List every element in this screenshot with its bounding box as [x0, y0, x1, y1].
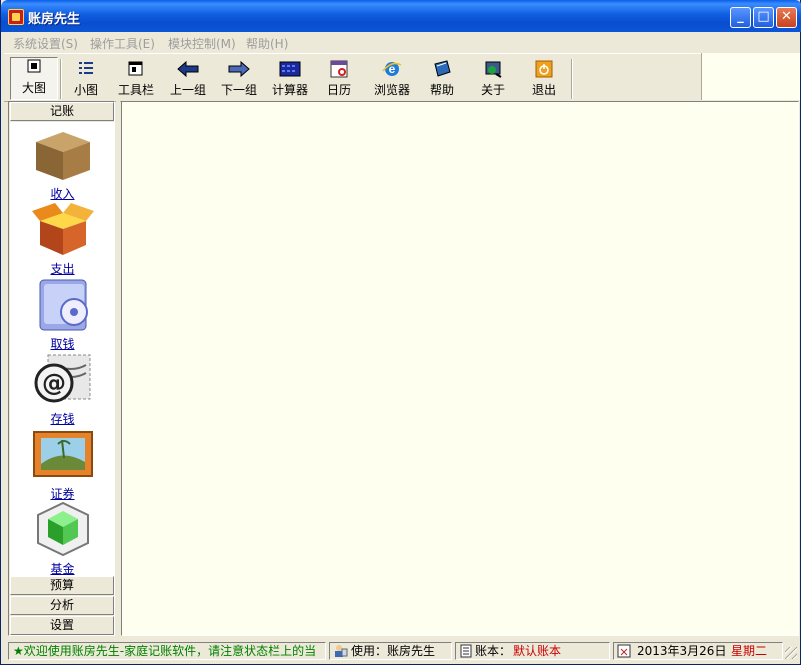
svg-text:@: @: [42, 369, 66, 397]
help-book-icon: [434, 60, 451, 77]
status-book-panel: 账本： 默认账本: [455, 642, 610, 660]
menu-help[interactable]: 帮助(H): [246, 35, 288, 52]
tool-calculator[interactable]: 计算器: [268, 60, 312, 98]
tool-calendar[interactable]: 日历: [322, 60, 356, 98]
status-bar: ★欢迎使用账房先生-家庭记账软件，请注意状态栏上的当 使用：账房先生 账本： 默…: [4, 640, 799, 661]
box-open-icon: [31, 203, 94, 255]
tool-small-icons[interactable]: 小图: [66, 60, 106, 98]
toolbar: 大图 小图 工具栏 上一组 下一组 计算器 日历 e 浏览器 帮助 关于 退出: [4, 53, 701, 102]
tool-large-icons[interactable]: 大图: [10, 57, 58, 100]
ie-browser-icon: e: [382, 62, 402, 76]
tool-browser[interactable]: e 浏览器: [370, 60, 414, 98]
group-header-analysis[interactable]: 分析: [10, 596, 114, 615]
about-icon: [485, 61, 502, 78]
menu-module-control[interactable]: 模块控制(M): [168, 35, 236, 52]
menu-system-settings[interactable]: 系统设置(S): [13, 35, 78, 52]
menu-bar: 系统设置(S) 操作工具(E) 模块控制(M) 帮助(H): [4, 32, 799, 52]
document-icon: [460, 644, 472, 658]
picture-frame-icon: [32, 431, 93, 477]
tool-about[interactable]: 关于: [477, 60, 509, 98]
user-icon: [335, 645, 348, 657]
calendar-icon: [330, 60, 348, 78]
toolbar-separator: [60, 59, 62, 99]
large-icons-icon: [27, 59, 41, 73]
nav-item-deposit[interactable]: @ 存钱: [10, 351, 114, 427]
close-button[interactable]: ✕: [776, 7, 797, 28]
toolbar-blank-area: [701, 53, 800, 100]
group-header-settings[interactable]: 设置: [10, 616, 114, 635]
arrow-right-icon: [228, 60, 250, 78]
status-date-panel: 2013年3月26日 星期二: [613, 642, 783, 660]
cd-folder-icon: [39, 279, 88, 331]
nav-item-income[interactable]: 收入: [10, 126, 114, 202]
nav-item-expense[interactable]: 支出: [10, 201, 114, 277]
nav-item-fund[interactable]: 基金: [10, 501, 114, 576]
nav-item-securities[interactable]: 证券: [10, 426, 114, 502]
green-cubes-icon: [36, 501, 89, 557]
minimize-button[interactable]: _: [730, 7, 751, 28]
exit-icon: [535, 60, 553, 78]
resize-grip[interactable]: [785, 647, 797, 659]
maximize-button[interactable]: □: [753, 7, 774, 28]
main-content-area: [121, 101, 799, 636]
navigation-panel: 记账 收入 支出 取钱 @ 存钱 证券 基金 预算 分析 设置: [8, 101, 115, 636]
tool-next-group[interactable]: 下一组: [217, 60, 261, 98]
status-user-panel: 使用：账房先生: [329, 642, 452, 660]
group-header-budget[interactable]: 预算: [10, 576, 114, 595]
toolbar-icon: [128, 61, 143, 76]
bookkeeping-item-list: 收入 支出 取钱 @ 存钱 证券 基金: [10, 122, 114, 576]
group-header-bookkeeping[interactable]: 记账: [10, 102, 114, 121]
tool-previous-group[interactable]: 上一组: [166, 60, 210, 98]
calendar-small-icon: [617, 644, 631, 658]
menu-tools[interactable]: 操作工具(E): [90, 35, 155, 52]
toolbar-separator: [571, 59, 573, 99]
status-welcome-message: ★欢迎使用账房先生-家庭记账软件，请注意状态栏上的当: [8, 642, 326, 660]
small-icons-icon: [79, 62, 93, 74]
box-closed-icon: [35, 132, 90, 180]
app-logo-icon[interactable]: [8, 9, 24, 25]
tool-help[interactable]: 帮助: [426, 60, 458, 98]
panel-splitter[interactable]: [116, 101, 120, 636]
arrow-left-icon: [177, 60, 199, 78]
title-bar[interactable]: 账房先生 _ □ ✕: [1, 0, 801, 32]
tool-exit[interactable]: 退出: [528, 60, 560, 98]
at-stamp-icon: @: [34, 354, 90, 403]
app-window: 账房先生 _ □ ✕ 系统设置(S) 操作工具(E) 模块控制(M) 帮助(H)…: [0, 0, 801, 665]
calculator-icon: [279, 61, 301, 77]
tool-toolbar[interactable]: 工具栏: [114, 60, 158, 98]
nav-item-withdraw[interactable]: 取钱: [10, 276, 114, 352]
window-title: 账房先生: [28, 12, 81, 27]
